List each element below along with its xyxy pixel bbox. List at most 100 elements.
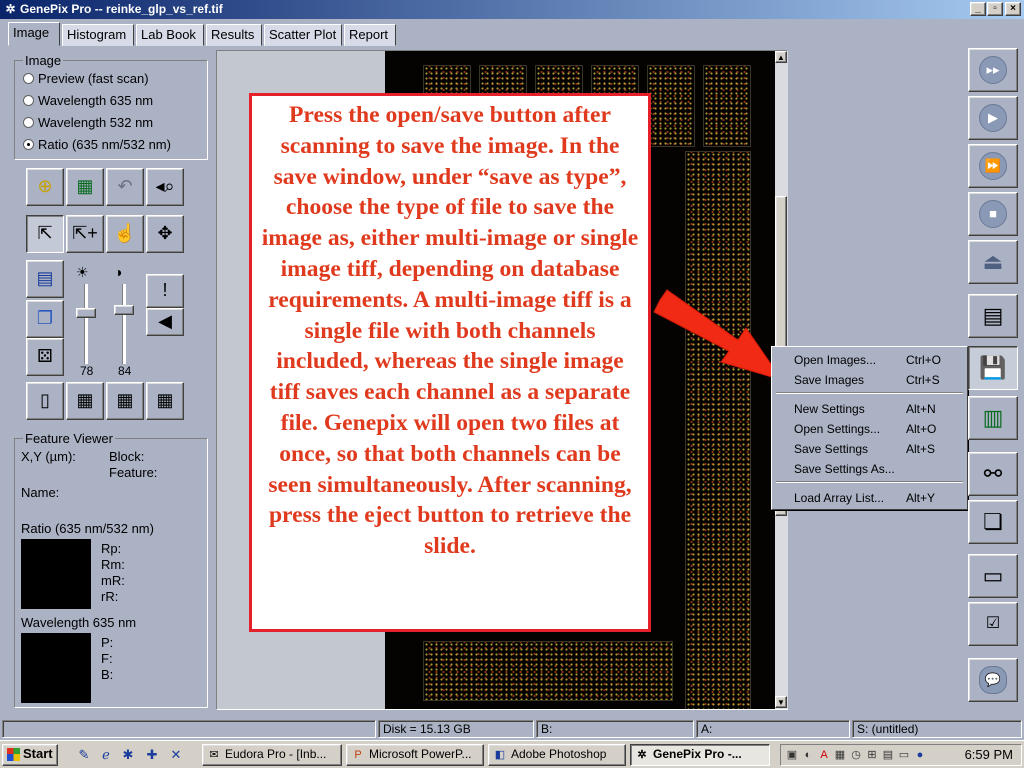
quicklaunch-tool-icon[interactable]: ✚ [144,747,160,763]
image-group-legend: Image [23,53,64,68]
task-photoshop[interactable]: ◧ Adobe Photoshop [488,744,626,766]
menu-item-shortcut: Alt+S [906,442,936,456]
center-target-icon[interactable]: ✥ [146,215,184,253]
show-desktop-icon[interactable]: ✎ [76,747,92,763]
genepix-app-icon[interactable]: ✲ [3,2,18,17]
eject-slide-icon[interactable]: ⏏ [968,240,1018,284]
report-clipboard-icon[interactable]: ▤ [968,294,1018,338]
tray-device-icon[interactable]: ⊞ [865,748,879,762]
system-tray: ▣ ◐ A ▦ ◷ ⊞ ▤ ▭ ● 6:59 PM [780,744,1022,766]
tab-lab-book[interactable]: Lab Book [136,24,204,46]
menu-item-shortcut: Alt+N [906,402,936,416]
task-genepix[interactable]: ✲ GenePix Pro -... [630,744,770,766]
fast-forward-scan-icon[interactable]: ▸▸ [968,48,1018,92]
menu-item-label: Save Images [794,373,865,387]
help-speech-icon[interactable]: 💬 [968,658,1018,702]
tab-image[interactable]: Image [8,22,60,46]
tray-monitor-icon[interactable]: ▭ [897,748,911,762]
menu-new-settings[interactable]: New Settings Alt+N [774,399,965,419]
status-bar: Disk = 15.13 GB B: A: S: (untitled) [0,718,1024,740]
minimize-button[interactable]: _ [970,2,986,16]
menu-item-shortcut: Alt+Y [906,491,936,505]
radio-indicator[interactable] [23,95,34,106]
menu-item-shortcut: Ctrl+S [906,373,940,387]
select-pointer-icon[interactable]: ⇱ [26,215,64,253]
radio-wavelength-532[interactable]: Wavelength 532 nm [23,113,153,133]
quicklaunch-x-icon[interactable]: ✕ [168,747,184,763]
copy-pages-icon[interactable]: ❏ [968,500,1018,544]
radio-indicator[interactable] [23,117,34,128]
quicklaunch-app-icon[interactable]: ✱ [120,747,136,763]
overlay-icon[interactable]: ❐ [26,300,64,338]
menu-separator [776,392,963,394]
scroll-up-arrow-icon[interactable]: ▲ [775,51,787,63]
xy-label: X,Y (µm): [21,449,76,464]
radio-indicator[interactable] [23,73,34,84]
preview-scan-icon[interactable]: ⏩ [968,144,1018,188]
taskbar-clock[interactable]: 6:59 PM [965,747,1013,763]
tab-scatter-plot[interactable]: Scatter Plot [264,24,342,46]
menu-open-settings[interactable]: Open Settings... Alt+O [774,419,965,439]
ratio-label: Ratio (635 nm/532 nm) [21,521,154,536]
stat-mr: mR: [101,573,125,588]
menu-save-settings[interactable]: Save Settings Alt+S [774,439,965,459]
play-scan-icon[interactable]: ▶ [968,96,1018,140]
name-label: Name: [21,485,60,500]
stop-scan-icon[interactable]: ■ [968,192,1018,236]
add-feature-icon[interactable]: ⇱+ [66,215,104,253]
find-binoculars-icon[interactable]: ⚯ [968,452,1018,496]
radio-indicator[interactable] [23,139,34,150]
task-powerpoint[interactable]: P Microsoft PowerP... [346,744,484,766]
tab-histogram[interactable]: Histogram [62,24,134,46]
tray-info-icon[interactable]: ● [913,748,927,762]
internet-explorer-icon[interactable]: ℯ [98,747,114,763]
grid-small-icon[interactable]: ▦ [66,382,104,420]
start-button[interactable]: Start [2,744,58,766]
scroll-down-arrow-icon[interactable]: ▼ [775,696,787,708]
slide-frame-icon[interactable]: ▯ [26,382,64,420]
close-button[interactable]: × [1005,2,1021,16]
right-toolbar: ▸▸ ▶ ⏩ ■ ⏏ ▤ 💾 ▥ ⚯ ❏ ▭ ☑ 💬 [966,44,1022,714]
brightness-slider-thumb[interactable] [76,307,96,318]
tray-volume-icon[interactable]: ◐ [801,748,815,762]
radio-ratio[interactable]: Ratio (635 nm/532 nm) [23,135,171,155]
menu-item-label: Open Images... [794,353,877,367]
open-save-button-icon[interactable]: 💾 [968,346,1018,390]
undo-icon[interactable]: ↶ [106,168,144,206]
edit-grid-icon[interactable]: ▦ [146,382,184,420]
alert-icon[interactable]: ! [146,274,184,308]
blocks-icon[interactable]: ▤ [26,260,64,298]
crosshair-scan-icon[interactable]: ⊕ [26,168,64,206]
tray-ati-icon[interactable]: A [817,748,831,762]
zoom-out-icon[interactable]: ◂⌕ [146,168,184,206]
pan-hand-icon[interactable]: ☝ [106,215,144,253]
brightness-slider-track[interactable] [84,284,88,364]
palette-icon[interactable]: ⚄ [26,338,64,376]
menu-open-images[interactable]: Open Images... Ctrl+O [774,350,965,370]
menu-load-array-list[interactable]: Load Array List... Alt+Y [774,488,965,508]
options-checkbox-icon[interactable]: ☑ [968,602,1018,646]
tray-clock-util-icon[interactable]: ◷ [849,748,863,762]
print-stack-icon[interactable]: ▭ [968,554,1018,598]
array-block [685,151,751,709]
menu-save-settings-as[interactable]: Save Settings As... [774,459,965,479]
radio-preview[interactable]: Preview (fast scan) [23,69,149,89]
genepix-task-icon: ✲ [637,749,647,761]
grid-view-icon[interactable]: ▦ [66,168,104,206]
tray-printer-icon[interactable]: ▤ [881,748,895,762]
tab-report[interactable]: Report [344,24,396,46]
tray-display-icon[interactable]: ▦ [833,748,847,762]
tray-network-icon[interactable]: ▣ [785,748,799,762]
contrast-slider-track[interactable] [122,284,126,364]
instruction-callout: Press the open/save button after scannin… [249,93,651,632]
array-list-icon[interactable]: ▥ [968,396,1018,440]
new-grid-icon[interactable]: ▦ [106,382,144,420]
radio-wavelength-635[interactable]: Wavelength 635 nm [23,91,153,111]
menu-separator [776,481,963,483]
contrast-slider-thumb[interactable] [114,304,134,315]
tab-results[interactable]: Results [206,24,262,46]
task-eudora[interactable]: ✉ Eudora Pro - [Inb... [202,744,342,766]
maximize-button[interactable]: ▫ [987,2,1003,16]
arrow-left-icon[interactable]: ◀ [146,308,184,336]
menu-save-images[interactable]: Save Images Ctrl+S [774,370,965,390]
